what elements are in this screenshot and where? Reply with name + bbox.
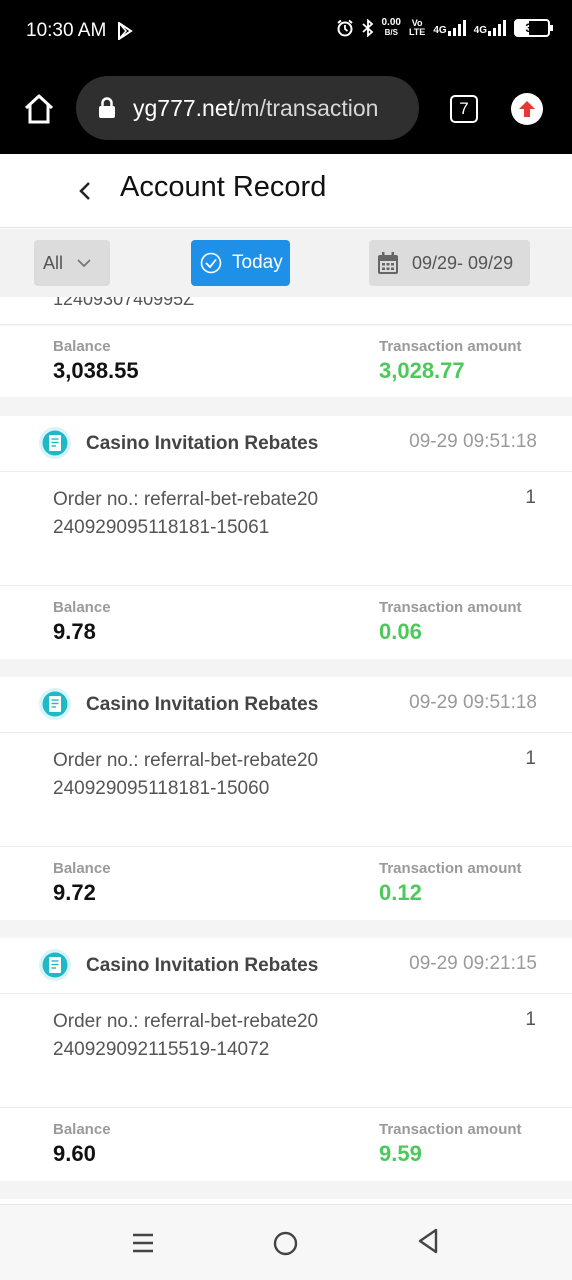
record-list[interactable]: 1240930740995Z Balance 3,038.55 Transact… bbox=[0, 297, 572, 1204]
transaction-amount-value: 0.06 bbox=[379, 619, 422, 644]
transaction-amount-label: Transaction amount bbox=[379, 1121, 522, 1138]
play-store-icon bbox=[118, 22, 133, 40]
status-icons: 0.00 B/S Vo LTE 4G 4G 39 bbox=[336, 17, 553, 38]
transaction-amount-value: 3,028.77 bbox=[379, 358, 465, 383]
url-text: yg777.net/m/transaction bbox=[133, 94, 379, 121]
update-icon[interactable] bbox=[511, 93, 543, 125]
back-arrow-icon[interactable] bbox=[74, 178, 98, 204]
balance-value: 9.60 bbox=[53, 1141, 96, 1166]
check-circle-icon bbox=[200, 252, 222, 274]
type-filter-label: All bbox=[43, 252, 64, 273]
home-circle-icon[interactable] bbox=[273, 1231, 298, 1256]
page-title: Account Record bbox=[120, 171, 327, 203]
transaction-amount-value: 9.59 bbox=[379, 1141, 422, 1166]
today-filter-label: Today bbox=[232, 252, 283, 273]
chevron-down-icon bbox=[77, 259, 91, 268]
date-range-label: 09/29- 09/29 bbox=[412, 252, 514, 273]
type-filter-dropdown[interactable]: All bbox=[34, 240, 110, 286]
status-bar: 10:30 AM 0.00 B/S Vo LTE 4G 4G 39 bbox=[0, 0, 572, 64]
transaction-amount-value: 0.12 bbox=[379, 880, 422, 905]
filter-bar: All Today 09/29- 09/29 bbox=[0, 229, 572, 297]
rebate-icon bbox=[39, 427, 71, 459]
signal-sim2: 4G bbox=[474, 20, 506, 36]
rebate-icon bbox=[39, 949, 71, 981]
tab-switcher-button[interactable]: 7 bbox=[450, 95, 478, 123]
record-title: Casino Invitation Rebates bbox=[86, 694, 319, 715]
bluetooth-icon bbox=[361, 19, 373, 37]
record-quantity: 1 bbox=[525, 487, 536, 508]
record-quantity: 1 bbox=[525, 1009, 536, 1030]
record-summary: Balance 3,038.55 Transaction amount 3,02… bbox=[0, 326, 572, 397]
record-card[interactable]: Casino Invitation Rebates 09-29 09:21:15… bbox=[0, 938, 572, 1181]
balance-value: 3,038.55 bbox=[53, 358, 139, 383]
system-nav-bar bbox=[0, 1204, 572, 1280]
recent-apps-icon[interactable] bbox=[131, 1232, 155, 1254]
network-speed: 0.00 B/S bbox=[381, 17, 401, 38]
signal-sim1: 4G bbox=[433, 20, 466, 36]
back-triangle-icon[interactable] bbox=[417, 1228, 439, 1254]
transaction-amount-label: Transaction amount bbox=[379, 338, 522, 355]
balance-label: Balance bbox=[53, 860, 111, 877]
balance-label: Balance bbox=[53, 1121, 111, 1138]
rebate-icon bbox=[39, 688, 71, 720]
date-range-picker[interactable]: 09/29- 09/29 bbox=[369, 240, 530, 286]
volte-indicator: Vo LTE bbox=[408, 18, 426, 37]
address-bar[interactable]: yg777.net/m/transaction bbox=[76, 76, 419, 140]
order-number: Order no.: referral-bet-rebate2024092909… bbox=[53, 489, 319, 538]
partial-order-row: 1240930740995Z bbox=[0, 297, 572, 325]
record-title: Casino Invitation Rebates bbox=[86, 955, 319, 976]
transaction-amount-label: Transaction amount bbox=[379, 599, 522, 616]
record-time: 09-29 09:21:15 bbox=[409, 953, 537, 974]
order-number: Order no.: referral-bet-rebate2024092909… bbox=[53, 1011, 319, 1060]
page-header: Account Record bbox=[0, 154, 572, 228]
lock-icon bbox=[99, 97, 115, 118]
record-card[interactable]: Casino Invitation Rebates 09-29 09:51:18… bbox=[0, 416, 572, 659]
partial-order-text: 1240930740995Z bbox=[53, 297, 195, 309]
browser-toolbar: yg777.net/m/transaction 7 bbox=[0, 64, 572, 154]
order-number: Order no.: referral-bet-rebate2024092909… bbox=[53, 750, 319, 799]
record-time: 09-29 09:51:18 bbox=[409, 692, 537, 713]
record-quantity: 1 bbox=[525, 748, 536, 769]
status-time: 10:30 AM bbox=[26, 20, 107, 41]
balance-label: Balance bbox=[53, 338, 111, 355]
home-icon[interactable] bbox=[22, 92, 56, 126]
alarm-icon bbox=[336, 19, 353, 37]
record-time: 09-29 09:51:18 bbox=[409, 431, 537, 452]
today-filter-button[interactable]: Today bbox=[191, 240, 290, 286]
balance-label: Balance bbox=[53, 599, 111, 616]
balance-value: 9.72 bbox=[53, 880, 96, 905]
transaction-amount-label: Transaction amount bbox=[379, 860, 522, 877]
record-title: Casino Invitation Rebates bbox=[86, 433, 319, 454]
battery-icon: 39 bbox=[514, 19, 553, 37]
calendar-icon bbox=[378, 252, 398, 274]
balance-value: 9.78 bbox=[53, 619, 96, 644]
record-card[interactable]: Casino Invitation Rebates 09-29 09:51:18… bbox=[0, 677, 572, 920]
